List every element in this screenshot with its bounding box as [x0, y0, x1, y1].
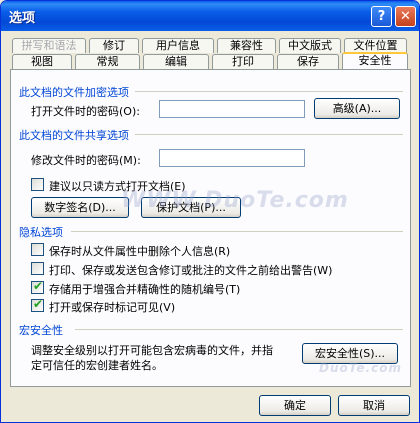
tab-track-changes[interactable]: 修订 — [89, 38, 139, 53]
watermark-text: WWW.DuoTe.com — [121, 188, 349, 213]
tab-save[interactable]: 保存 — [277, 54, 339, 69]
security-tab-panel: 此文档的文件加密选项 打开文件时的密码(O): 高级(A)... 此文档的文件共… — [10, 69, 411, 387]
remove-personal-info-checkbox[interactable] — [31, 243, 44, 256]
modify-password-field[interactable] — [159, 149, 305, 167]
remove-personal-info-label: 保存时从文件属性中删除个人信息(R) — [49, 245, 231, 258]
encryption-heading: 此文档的文件加密选项 — [19, 86, 129, 99]
warn-before-print-checkbox[interactable] — [31, 262, 44, 275]
macro-heading: 宏安全性 — [19, 324, 63, 337]
tab-security[interactable]: 安全性 — [342, 52, 408, 69]
tab-print[interactable]: 打印 — [212, 54, 274, 69]
cancel-button[interactable]: 取消 — [338, 395, 410, 416]
open-password-field[interactable] — [159, 100, 305, 118]
divider — [135, 134, 403, 135]
markup-visible-label: 打开或保存时标记可见(V) — [49, 301, 176, 314]
modify-password-label: 修改文件时的密码(M): — [31, 154, 141, 167]
help-button[interactable]: ? — [371, 6, 392, 27]
tab-file-locations[interactable]: 文件位置 — [344, 38, 407, 53]
macro-description-line1: 调整安全级别以打开可能包含宏病毒的文件，并指 — [31, 344, 273, 357]
tab-asian-typography[interactable]: 中文版式 — [279, 38, 341, 53]
digital-signature-button[interactable]: 数字签名(D)... — [31, 197, 129, 218]
tab-edit[interactable]: 编辑 — [143, 54, 209, 69]
divider — [75, 329, 403, 330]
readonly-checkbox[interactable] — [31, 178, 44, 191]
ok-button[interactable]: 确定 — [259, 395, 331, 416]
divider — [135, 91, 403, 92]
sharing-heading: 此文档的文件共享选项 — [19, 129, 129, 142]
macro-description-line2: 定可信任的宏创建者姓名。 — [31, 359, 163, 372]
open-password-label: 打开文件时的密码(O): — [31, 105, 140, 118]
tab-general[interactable]: 常规 — [75, 54, 140, 69]
markup-visible-checkbox[interactable]: ✔ — [31, 297, 44, 312]
advanced-button[interactable]: 高级(A)... — [314, 98, 400, 119]
warn-before-print-label: 打印、保存或发送包含修订或批注的文件之前给出警告(W) — [49, 264, 333, 277]
checkmark-icon: ✔ — [33, 279, 44, 293]
tab-compatibility[interactable]: 兼容性 — [217, 38, 276, 53]
tab-view[interactable]: 视图 — [12, 54, 72, 69]
options-dialog: 选项 ? ✕ 拼写和语法 修订 用户信息 兼容性 中文版式 文件位置 视图 常规… — [0, 0, 420, 423]
store-random-number-checkbox[interactable]: ✔ — [31, 279, 44, 294]
window-title: 选项 — [9, 11, 36, 26]
privacy-heading: 隐私选项 — [19, 226, 63, 239]
title-bar: 选项 ? ✕ — [1, 1, 419, 31]
close-button[interactable]: ✕ — [395, 6, 416, 27]
tab-user-info[interactable]: 用户信息 — [142, 38, 214, 53]
checkmark-icon: ✔ — [33, 297, 44, 311]
tab-spelling-grammar[interactable]: 拼写和语法 — [12, 38, 86, 53]
corner-watermark-text: DuoTe.com — [319, 361, 402, 375]
store-random-number-label: 存储用于增强合并精确性的随机编号(T) — [49, 283, 241, 296]
divider — [71, 231, 403, 232]
